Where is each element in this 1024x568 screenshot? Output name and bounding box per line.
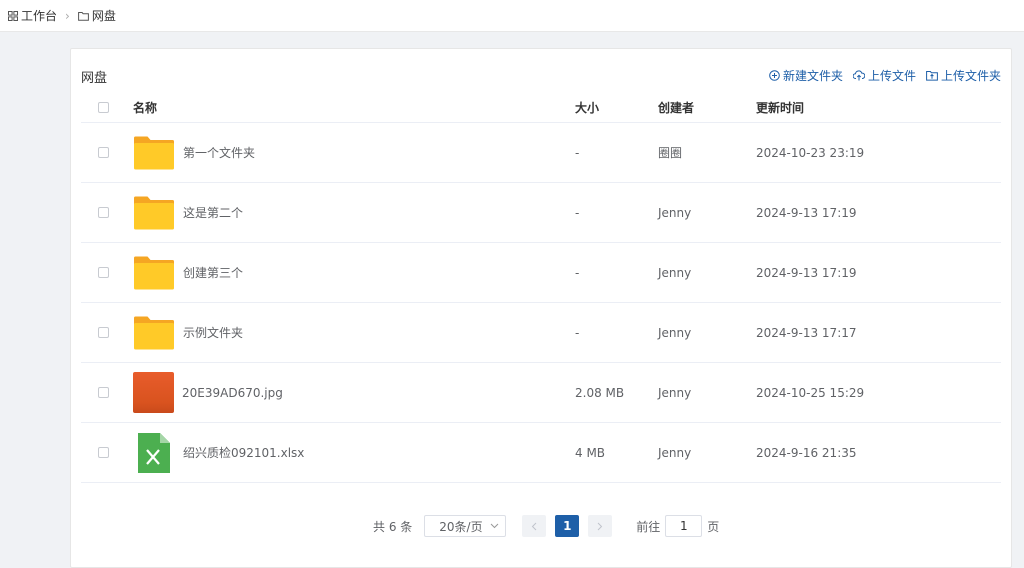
prev-page-button[interactable] (522, 515, 547, 537)
table-row[interactable]: 这是第二个 - Jenny 2024-9-13 17:19 (81, 183, 1001, 243)
file-name[interactable]: 示例文件夹 (183, 324, 243, 341)
folder-icon (134, 256, 174, 289)
table-row[interactable]: 第一个文件夹 - 圈圈 2024-10-23 23:19 (81, 123, 1001, 183)
table-row[interactable]: 创建第三个 - Jenny 2024-9-13 17:19 (81, 243, 1001, 303)
goto-prefix: 前往 (636, 519, 661, 534)
name-cell: 第一个文件夹 (133, 123, 255, 182)
table-header: 名称 大小 创建者 更新时间 (81, 93, 1001, 123)
breadcrumb-current[interactable]: 网盘 (77, 7, 116, 24)
new-folder-label: 新建文件夹 (782, 69, 843, 83)
goto-suffix: 页 (707, 519, 720, 534)
file-name[interactable]: 这是第二个 (183, 204, 243, 221)
folder-icon (134, 316, 174, 349)
size-cell: 2.08 MB (575, 385, 625, 400)
creator-cell: Jenny (658, 385, 692, 400)
size-cell: - (575, 325, 580, 340)
header-time: 更新时间 (756, 101, 805, 115)
breadcrumb-current-label: 网盘 (91, 9, 116, 23)
size-cell: - (575, 205, 580, 220)
toolbar-actions: 新建文件夹 上传文件 上传文件夹 (769, 67, 1001, 84)
pagination: 共 6 条 20条/页 1 前往 1 页 (373, 515, 719, 537)
name-cell: 示例文件夹 (133, 303, 243, 362)
name-cell: 绍兴质检092101.xlsx (133, 423, 304, 482)
page-number-current[interactable]: 1 (555, 515, 580, 537)
image-thumbnail-icon (133, 372, 174, 413)
time-cell: 2024-10-25 15:29 (756, 385, 865, 400)
folder-upload-icon (926, 71, 938, 81)
pagination-total: 共 6 条 (373, 519, 413, 534)
goto-page-input[interactable]: 1 (665, 515, 703, 537)
folder-outline-icon (77, 11, 89, 21)
name-cell: 20E39AD670.jpg (133, 363, 283, 422)
creator-cell: Jenny (658, 205, 692, 220)
time-cell: 2024-9-16 21:35 (756, 445, 857, 460)
creator-cell: Jenny (658, 265, 692, 280)
file-name[interactable]: 20E39AD670.jpg (182, 386, 283, 400)
folder-icon (134, 196, 174, 229)
file-table: 名称 大小 创建者 更新时间 第一个文件夹 - 圈圈 2024-10-23 23… (81, 93, 1001, 483)
panel-title: 网盘 (81, 71, 108, 86)
size-cell: 4 MB (575, 445, 606, 460)
upload-folder-label: 上传文件夹 (940, 69, 1001, 83)
goto-page: 前往 1 页 (636, 515, 719, 537)
time-cell: 2024-9-13 17:17 (756, 325, 857, 340)
upload-file-label: 上传文件 (867, 69, 916, 83)
excel-file-icon (138, 432, 170, 473)
size-cell: - (575, 265, 580, 280)
cloud-upload-icon (852, 70, 865, 81)
page-size-select[interactable]: 20条/页 (424, 515, 507, 537)
chevron-down-icon (490, 523, 499, 529)
top-breadcrumb-bar: 工作台 › 网盘 (0, 0, 1024, 32)
row-checkbox-cell (98, 183, 109, 242)
time-cell: 2024-9-13 17:19 (756, 205, 857, 220)
header-size: 大小 (575, 101, 600, 115)
header-creator: 创建者 (658, 101, 695, 115)
row-checkbox[interactable] (98, 207, 109, 218)
name-cell: 创建第三个 (133, 243, 243, 302)
creator-cell: Jenny (658, 325, 692, 340)
row-checkbox-cell (98, 243, 109, 302)
plus-circle-icon (769, 70, 780, 81)
select-all-cell (98, 93, 109, 122)
time-cell: 2024-9-13 17:19 (756, 265, 857, 280)
creator-cell: 圈圈 (658, 146, 683, 160)
upload-folder-button[interactable]: 上传文件夹 (926, 67, 1001, 84)
header-name: 名称 (133, 101, 158, 115)
row-checkbox[interactable] (98, 147, 109, 158)
next-page-button[interactable] (588, 515, 613, 537)
table-row[interactable]: 示例文件夹 - Jenny 2024-9-13 17:17 (81, 303, 1001, 363)
file-name[interactable]: 绍兴质检092101.xlsx (183, 444, 304, 461)
chevron-right-icon (597, 522, 603, 530)
size-cell: - (575, 145, 580, 160)
drive-panel: 网盘 新建文件夹 上传文件 上传文件夹 名称 大小 创建者 更新时间 第一个文件… (70, 48, 1012, 568)
row-checkbox-cell (98, 363, 109, 422)
folder-icon (134, 136, 174, 169)
grid-icon (8, 10, 18, 21)
breadcrumb-separator: › (65, 8, 70, 23)
row-checkbox-cell (98, 423, 109, 482)
row-checkbox-cell (98, 123, 109, 182)
new-folder-button[interactable]: 新建文件夹 (769, 67, 843, 84)
table-row[interactable]: 绍兴质检092101.xlsx 4 MB Jenny 2024-9-16 21:… (81, 423, 1001, 483)
breadcrumb-home[interactable]: 工作台 (8, 7, 57, 24)
time-cell: 2024-10-23 23:19 (756, 145, 865, 160)
upload-file-button[interactable]: 上传文件 (852, 67, 916, 84)
creator-cell: Jenny (658, 445, 692, 460)
row-checkbox[interactable] (98, 327, 109, 338)
select-all-checkbox[interactable] (98, 102, 109, 113)
file-name[interactable]: 创建第三个 (183, 264, 243, 281)
row-checkbox-cell (98, 303, 109, 362)
row-checkbox[interactable] (98, 267, 109, 278)
name-cell: 这是第二个 (133, 183, 243, 242)
chevron-left-icon (532, 522, 537, 530)
table-row[interactable]: 20E39AD670.jpg 2.08 MB Jenny 2024-10-25 … (81, 363, 1001, 423)
file-name[interactable]: 第一个文件夹 (183, 144, 255, 161)
row-checkbox[interactable] (98, 447, 109, 458)
page-size-value: 20条/页 (439, 519, 483, 534)
breadcrumb-home-label: 工作台 (21, 9, 58, 23)
row-checkbox[interactable] (98, 387, 109, 398)
